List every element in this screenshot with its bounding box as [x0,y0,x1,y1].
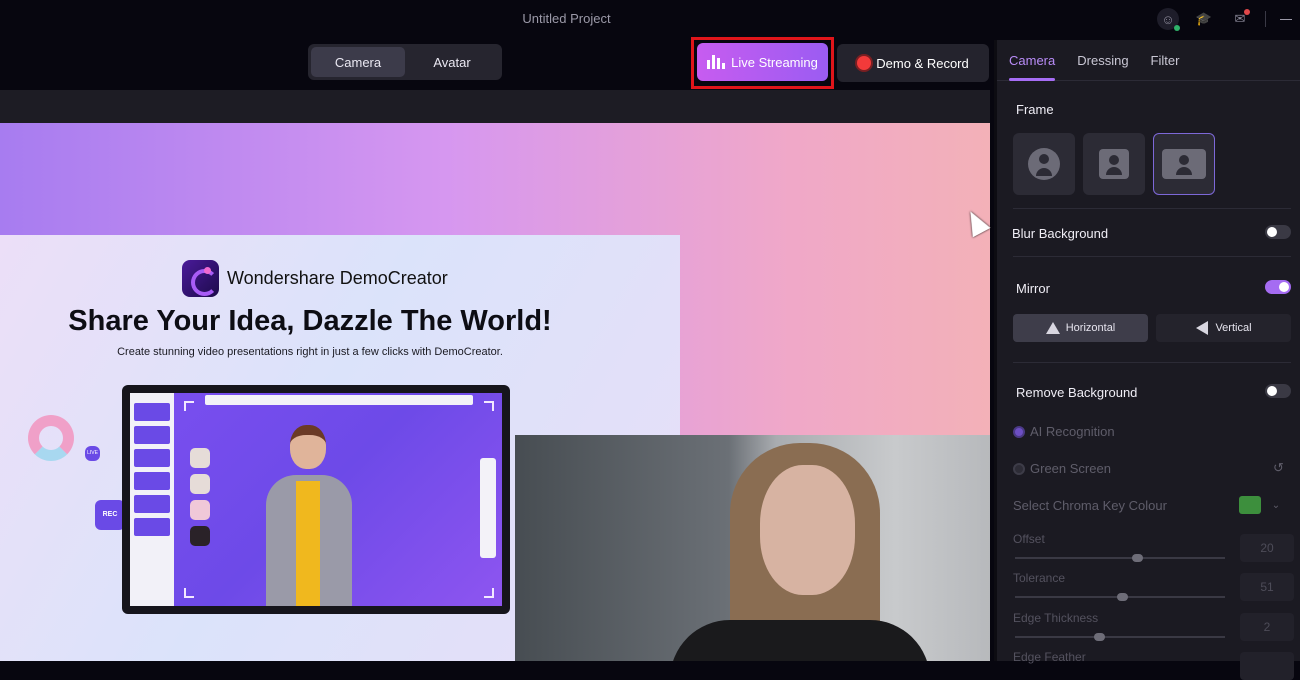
chroma-key-swatch[interactable] [1239,496,1261,514]
brand-name: Wondershare DemoCreator [227,268,448,288]
tolerance-slider[interactable] [1015,593,1225,601]
circle-person-icon [1028,148,1060,180]
demo-record-button[interactable]: Demo & Record [837,44,989,82]
mode-switch: Camera Avatar [308,44,502,80]
edge-thickness-label: Edge Thickness [1013,611,1099,625]
title-bar: Untitled Project ☺ 🎓 ✉ [0,0,1300,40]
square-person-icon [1099,149,1129,179]
slide-thumbnails [130,393,174,606]
ai-recognition-radio[interactable]: AI Recognition [1013,424,1115,439]
slide-subline: Create stunning video presentations righ… [117,346,503,358]
tab-filter[interactable]: Filter [1151,53,1180,81]
blur-background-label: Blur Background [1012,226,1109,241]
edge-feather-label: Edge Feather [1013,650,1086,664]
preview-canvas[interactable]: Wondershare DemoCreator Share Your Idea,… [0,123,990,661]
side-tools [480,458,496,558]
green-screen-radio[interactable]: Green Screen [1013,461,1111,476]
offset-value[interactable]: 20 [1240,534,1294,562]
chevron-down-icon[interactable]: ⌄ [1265,496,1287,514]
toolstrip [205,395,473,405]
offset-label: Offset [1013,532,1045,546]
rectangle-person-icon [1162,149,1206,179]
flip-horizontal-icon [1045,322,1060,334]
chroma-key-label: Select Chroma Key Colour [1013,498,1167,513]
slider-thumb[interactable] [1094,633,1105,641]
record-dot-icon [857,56,872,70]
frame-square-option[interactable] [1083,133,1145,195]
divider [1013,362,1291,363]
mirror-toggle[interactable] [1265,280,1291,294]
offset-slider[interactable] [1015,554,1225,562]
divider [1013,256,1291,257]
frame-label: Frame [1016,102,1054,117]
mirror-horizontal-button[interactable]: Horizontal [1013,314,1148,342]
user-account-icon[interactable]: ☺ [1157,8,1180,31]
monitor-screen [130,393,502,606]
mirror-options: Horizontal Vertical [1013,314,1291,342]
window-title: Untitled Project [522,11,611,26]
tolerance-label: Tolerance [1013,571,1066,585]
reset-icon[interactable]: ↺ [1273,460,1284,476]
rec-badge: REC [95,500,125,530]
frame-options [1013,133,1215,195]
tab-camera-mode[interactable]: Camera [311,47,405,77]
flip-vertical-icon [1196,321,1209,335]
green-screen-label: Green Screen [1030,461,1111,476]
divider [1013,208,1291,209]
edge-thickness-slider[interactable] [1015,633,1225,641]
divider [1265,11,1266,27]
person-face [760,465,855,595]
window-controls: ☺ 🎓 ✉ [1157,8,1300,31]
live-streaming-button[interactable]: Live Streaming [697,43,828,81]
ai-recognition-label: AI Recognition [1030,424,1115,439]
mirror-label: Mirror [1016,281,1050,296]
mirror-vertical-button[interactable]: Vertical [1156,314,1291,342]
tab-dressing[interactable]: Dressing [1077,53,1128,81]
avatar-list [190,448,210,546]
minimize-icon[interactable] [1280,18,1292,20]
live-bars-icon [707,55,726,69]
presenter-figure [260,415,355,606]
slide-headline: Share Your Idea, Dazzle The World! [68,305,552,337]
edge-feather-value[interactable] [1240,652,1294,680]
panel-tabs: Camera Dressing Filter [997,40,1300,81]
remove-background-toggle[interactable] [1265,384,1291,398]
mail-icon[interactable]: ✉ [1229,8,1251,30]
tab-camera[interactable]: Camera [1009,53,1056,81]
tab-avatar-mode[interactable]: Avatar [405,47,499,77]
edge-thickness-value[interactable]: 2 [1240,613,1294,641]
remove-background-label: Remove Background [1016,385,1138,400]
brand: Wondershare DemoCreator [182,260,448,297]
blur-background-toggle[interactable] [1265,225,1291,239]
tolerance-value[interactable]: 51 [1240,573,1294,601]
person-body [670,620,930,661]
webcam-overlay[interactable] [515,435,990,661]
frame-circle-option[interactable] [1013,133,1075,195]
academy-cap-icon[interactable]: 🎓 [1193,8,1215,30]
frame-corner [184,588,194,598]
demo-record-label: Demo & Record [876,55,969,71]
horizontal-label: Horizontal [1065,322,1116,334]
frame-corner [484,401,494,411]
vertical-label: Vertical [1215,322,1252,334]
settings-panel: Camera Dressing Filter Frame Blur Backgr… [994,40,1300,680]
democreator-logo-icon [182,260,219,297]
monitor-illustration [122,385,510,614]
frame-corner [184,401,194,411]
main-toolbar: Camera Avatar Live Streaming Demo & Reco… [0,37,990,90]
live-streaming-label: Live Streaming [731,54,818,70]
preview-subbar [0,90,990,123]
slider-thumb[interactable] [1117,593,1129,601]
slider-thumb[interactable] [1131,554,1143,562]
donut-chart-decoration [28,415,74,461]
live-badge: LIVE [85,446,100,461]
frame-rectangle-option[interactable] [1153,133,1215,195]
frame-corner [484,588,494,598]
